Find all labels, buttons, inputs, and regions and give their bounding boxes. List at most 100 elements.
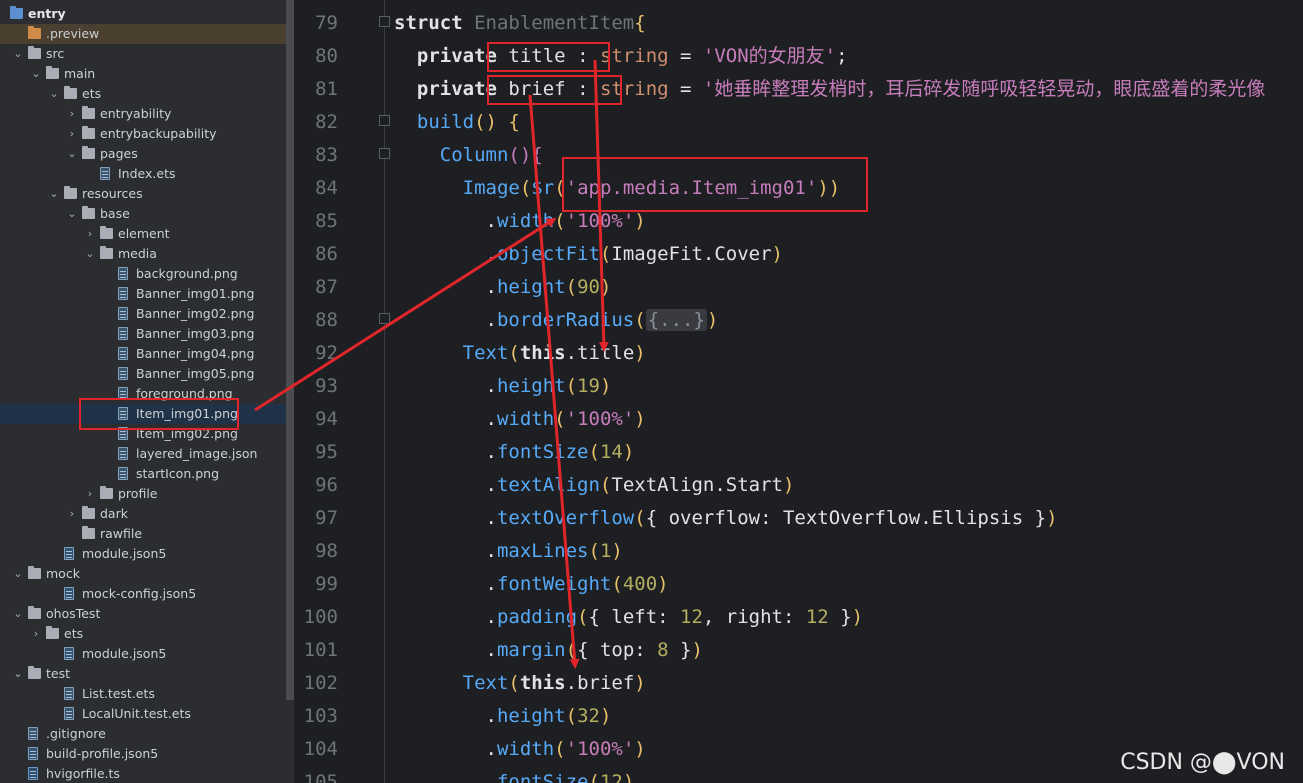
folder-icon <box>64 86 77 99</box>
tree-item[interactable]: module.json5 <box>0 644 286 664</box>
tree-item-label: media <box>118 246 157 261</box>
file-icon <box>64 687 74 700</box>
file-icon <box>118 267 128 280</box>
tree-item[interactable]: module.json5 <box>0 544 286 564</box>
collapsed-code-fold[interactable]: {...} <box>645 309 707 331</box>
tree-item-label: rawfile <box>100 526 143 541</box>
tree-item[interactable]: Banner_img04.png <box>0 344 286 364</box>
tree-item[interactable]: Banner_img02.png <box>0 304 286 324</box>
fold-marker[interactable] <box>379 313 390 324</box>
tree-item[interactable]: entry <box>0 4 286 24</box>
tree-item[interactable]: .gitignore <box>0 724 286 744</box>
tree-item[interactable]: ⌄ ohosTest <box>0 604 286 624</box>
fold-marker[interactable] <box>379 16 390 27</box>
code-line-81: private brief : string = '她垂眸整理发梢时，耳后碎发随… <box>416 78 1266 100</box>
folder-icon <box>100 246 113 259</box>
folder-icon <box>64 186 77 199</box>
tree-item-label: Item_img02.png <box>136 426 238 441</box>
file-icon <box>118 287 128 300</box>
tree-item[interactable]: ⌄ mock <box>0 564 286 584</box>
tree-item-label: LocalUnit.test.ets <box>82 706 191 721</box>
fold-marker[interactable] <box>379 115 390 126</box>
tree-item[interactable]: › profile <box>0 484 286 504</box>
chevron-down-icon[interactable]: ⌄ <box>12 664 24 684</box>
code-line-87: .height(90) <box>485 276 612 298</box>
tree-item[interactable]: ⌄ media <box>0 244 286 264</box>
fold-marker[interactable] <box>379 148 390 159</box>
tree-item-label: entryability <box>100 106 172 121</box>
tree-item[interactable]: ⌄ main <box>0 64 286 84</box>
tree-item[interactable]: hvigorfile.ts <box>0 764 286 783</box>
tree-item-label: main <box>64 66 96 81</box>
tree-item[interactable]: build-profile.json5 <box>0 744 286 764</box>
tree-item[interactable]: layered_image.json <box>0 444 286 464</box>
tree-item[interactable]: Item_img01.png <box>0 404 286 424</box>
chevron-down-icon[interactable]: ⌄ <box>48 84 60 104</box>
chevron-down-icon[interactable]: ⌄ <box>66 144 78 164</box>
tree-item[interactable]: rawfile <box>0 524 286 544</box>
file-icon <box>118 467 128 480</box>
chevron-right-icon[interactable]: › <box>84 224 96 244</box>
tree-item[interactable]: ⌄ test <box>0 664 286 684</box>
code-line-86: .objectFit(ImageFit.Cover) <box>485 243 783 265</box>
tree-item[interactable]: › dark <box>0 504 286 524</box>
code-line-83: Column(){ <box>439 144 543 166</box>
tree-item[interactable]: › element <box>0 224 286 244</box>
tree-item-label: build-profile.json5 <box>46 746 159 761</box>
chevron-down-icon[interactable]: ⌄ <box>84 244 96 264</box>
code-line-105: .fontSize(12) <box>485 771 635 783</box>
tree-item[interactable]: › entrybackupability <box>0 124 286 144</box>
tree-item[interactable]: ⌄ resources <box>0 184 286 204</box>
chevron-down-icon[interactable]: ⌄ <box>12 604 24 624</box>
tree-item-label: module.json5 <box>82 546 167 561</box>
file-icon <box>100 167 110 180</box>
tree-item-label: src <box>46 46 65 61</box>
tree-item-label: entrybackupability <box>100 126 217 141</box>
folder-icon <box>82 106 95 119</box>
tree-item[interactable]: ⌄ base <box>0 204 286 224</box>
tree-item[interactable]: ⌄ src <box>0 44 286 64</box>
chevron-right-icon[interactable]: › <box>66 124 78 144</box>
tree-item[interactable]: Banner_img03.png <box>0 324 286 344</box>
tree-item[interactable]: Index.ets <box>0 164 286 184</box>
tree-item[interactable]: .preview <box>0 24 286 44</box>
tree-scrollbar[interactable] <box>286 0 294 700</box>
chevron-down-icon[interactable]: ⌄ <box>66 204 78 224</box>
chevron-right-icon[interactable]: › <box>84 484 96 504</box>
file-icon <box>118 427 128 440</box>
tree-item[interactable]: › ets <box>0 624 286 644</box>
chevron-right-icon[interactable]: › <box>66 504 78 524</box>
line-number: 95 <box>315 441 338 463</box>
tree-item[interactable]: LocalUnit.test.ets <box>0 704 286 724</box>
chevron-down-icon[interactable]: ⌄ <box>30 64 42 84</box>
line-number: 97 <box>315 507 338 529</box>
tree-item[interactable]: Banner_img05.png <box>0 364 286 384</box>
chevron-right-icon[interactable]: › <box>30 624 42 644</box>
tree-item[interactable]: List.test.ets <box>0 684 286 704</box>
chevron-down-icon[interactable]: ⌄ <box>48 184 60 204</box>
file-icon <box>28 727 38 740</box>
chevron-down-icon[interactable]: ⌄ <box>12 44 24 64</box>
tree-item[interactable]: startIcon.png <box>0 464 286 484</box>
chevron-right-icon[interactable]: › <box>66 104 78 124</box>
code-editor[interactable]: 79 80 81 82 83 84 85 86 87 88 92 93 94 95 96 97 98 99 100 1… <box>294 0 1303 783</box>
tree-item[interactable]: mock-config.json5 <box>0 584 286 604</box>
tree-item-label: layered_image.json <box>136 446 258 461</box>
tree-item[interactable]: ⌄ ets <box>0 84 286 104</box>
tree-item[interactable]: › entryability <box>0 104 286 124</box>
code-line-104: .width('100%') <box>485 738 646 760</box>
tree-item-label: test <box>46 666 71 681</box>
file-icon <box>118 447 128 460</box>
tree-item[interactable]: background.png <box>0 264 286 284</box>
tree-item[interactable]: Item_img02.png <box>0 424 286 444</box>
tree-item[interactable]: ⌄ pages <box>0 144 286 164</box>
line-number: 102 <box>303 672 338 694</box>
chevron-down-icon[interactable]: ⌄ <box>12 564 24 584</box>
folder-icon <box>28 46 41 59</box>
line-number: 85 <box>315 210 338 232</box>
tree-item-label: resources <box>82 186 143 201</box>
tree-item[interactable]: Banner_img01.png <box>0 284 286 304</box>
folder-icon <box>46 626 59 639</box>
folder-icon <box>82 526 95 539</box>
tree-item[interactable]: foreground.png <box>0 384 286 404</box>
